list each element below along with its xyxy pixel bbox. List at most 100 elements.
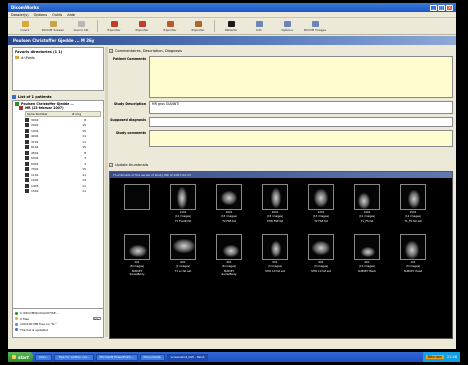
menu-item[interactable]: Outils bbox=[52, 13, 62, 17]
status-files: 0 files bbox=[20, 316, 29, 321]
series-thumbnail[interactable]: 1201 (13 images) T2 FSE fat bbox=[308, 184, 334, 223]
series-thumb-icon bbox=[25, 167, 29, 172]
series-thumbnail[interactable]: 1101 (11 images) T1 FLAIR fat bbox=[170, 184, 196, 223]
checkbox-icon[interactable]: ✓ bbox=[109, 48, 113, 53]
patient-list-header: List of 1 patients bbox=[12, 95, 104, 99]
favorites-box: Favoris directories (1 1) d:\Pwds bbox=[12, 47, 104, 91]
toolbar-button[interactable]: Info bbox=[245, 19, 273, 34]
toolbar-button[interactable]: Exporter bbox=[128, 19, 156, 34]
patient-header-title: Poulsen Christoffer Gjedde ... M 26y bbox=[13, 38, 95, 43]
taskbar-task[interactable]: Tips for written ver... bbox=[54, 353, 94, 361]
study-node[interactable]: MR (23 februar 2007) bbox=[15, 106, 101, 110]
series-thumbnail[interactable]: 601 (3 images) STIR 10 fat sat bbox=[308, 234, 334, 273]
series-number: 1401 bbox=[31, 183, 39, 188]
series-thumb-icon bbox=[25, 172, 29, 177]
language-indicator[interactable]: Réunion bbox=[425, 355, 444, 359]
series-thumbnail[interactable]: 301 (8 images) SURVEY SenseBody bbox=[124, 234, 150, 277]
series-number: 5001 bbox=[31, 156, 39, 161]
toolbar-button[interactable]: Exporter bbox=[100, 19, 128, 34]
series-thumbnail[interactable]: 1501 (11 images) T1_FS fat sat bbox=[400, 184, 426, 223]
system-tray: Réunion 21:48 bbox=[422, 352, 460, 362]
taskbar-task[interactable]: screenshot_DW - Paint bbox=[166, 353, 209, 361]
series-thumbnail[interactable]: 601 (1 images) T1 sc fat sat bbox=[170, 234, 196, 273]
series-image-count: 3 bbox=[84, 156, 86, 161]
start-label: start bbox=[18, 354, 29, 360]
column-images[interactable]: # img bbox=[71, 112, 86, 116]
menu-item[interactable]: Aide bbox=[67, 13, 75, 17]
right-panel: ✓ Commentaires, Description, Diagnosis P… bbox=[109, 47, 453, 339]
toolbar: Ouvrir DICOM dossier Ouvrir CD Exporter Expo… bbox=[8, 18, 456, 35]
thumbnail-image bbox=[216, 184, 242, 210]
clock: 21:48 bbox=[446, 355, 457, 359]
taskbar-task[interactable]: Documents bbox=[139, 353, 165, 361]
thumbnail-desc: T1_FS fat bbox=[360, 218, 374, 223]
toolbar-button[interactable]: Exporter bbox=[156, 19, 184, 34]
thumbnail-desc: T1_FS fat sat bbox=[404, 218, 422, 223]
export-icon bbox=[110, 20, 118, 27]
series-thumb-icon bbox=[25, 139, 29, 144]
minimize-button[interactable]: _ bbox=[430, 4, 437, 11]
toolbar-button[interactable]: DICOM dossier bbox=[39, 19, 67, 34]
series-thumb-icon bbox=[25, 145, 29, 150]
patient-comments-field[interactable] bbox=[149, 56, 453, 98]
thumbnail-desc: SURVEY Neck bbox=[357, 268, 377, 273]
series-thumbnail[interactable]: 1001 (15 images) T2 FSE fat bbox=[216, 184, 242, 223]
toolbar-button-label: DICOM Images bbox=[303, 27, 327, 32]
series-thumbnail[interactable]: 901 (11 images) SURVEY Neck bbox=[354, 234, 380, 273]
series-image-count: 15 bbox=[82, 167, 86, 172]
series-thumbnail[interactable]: 501 (3 images) STIR 10 fat sat bbox=[262, 234, 288, 273]
toolbar-button[interactable]: Exporter bbox=[184, 19, 212, 34]
toolbar-button-label: Patients bbox=[224, 27, 237, 32]
series-thumbnail[interactable]: 1401 (11 images) T1_FS fat bbox=[354, 184, 380, 223]
column-series-number[interactable]: Série Number bbox=[26, 112, 71, 116]
favorite-item[interactable]: d:\Pwds bbox=[15, 56, 101, 60]
thumbnail-desc: STIR 10 fat sat bbox=[311, 268, 331, 273]
windows-logo-icon bbox=[12, 355, 16, 359]
toolbar-button[interactable]: DICOM Images bbox=[301, 19, 329, 34]
thumbnail-desc: SURVEY SenseBody bbox=[221, 268, 237, 277]
toolbar-button[interactable]: Options bbox=[273, 19, 301, 34]
thumbnail-image bbox=[124, 184, 150, 210]
maximize-button[interactable]: □ bbox=[438, 4, 445, 11]
series-thumb-icon bbox=[25, 178, 29, 183]
title-bar: DicomWorks _ □ × bbox=[8, 3, 456, 12]
series-thumbnail[interactable]: 1001 (15 images) STIR FSE fat bbox=[262, 184, 288, 223]
toolbar-separator bbox=[97, 20, 98, 32]
thumbnail-image bbox=[170, 184, 196, 210]
series-thumbnail[interactable]: 101 (3 images) SURVEY Head bbox=[400, 234, 426, 273]
panel-splitter[interactable] bbox=[105, 47, 108, 337]
thumbs-section-toggle[interactable]: ✓ Update thumbnails bbox=[109, 161, 148, 168]
thumbnail-desc: T1 sc fat sat bbox=[174, 268, 192, 273]
status-ok-icon bbox=[15, 311, 18, 315]
status-line-path: C:\DICOMWorks\OUT\SE... bbox=[15, 311, 101, 315]
start-button[interactable]: start bbox=[8, 352, 33, 362]
series-thumbnail[interactable] bbox=[124, 184, 150, 211]
info-icon bbox=[15, 328, 18, 331]
menu-item[interactable]: Dossier(s) bbox=[11, 13, 29, 17]
thumbnail-desc: T1 FLAIR fat bbox=[174, 218, 192, 223]
series-image-count: 11 bbox=[82, 134, 86, 139]
taskbar-task[interactable]: Microsoft PowerPoint... bbox=[95, 353, 138, 361]
series-thumb-icon bbox=[25, 161, 29, 166]
close-button[interactable]: × bbox=[446, 4, 453, 11]
supposed-diagnosis-field[interactable] bbox=[149, 117, 453, 127]
comments-section-toggle[interactable]: ✓ Commentaires, Description, Diagnosis bbox=[109, 47, 453, 54]
mri-slice-graphic bbox=[314, 189, 328, 207]
checkbox-icon[interactable]: ✓ bbox=[109, 162, 113, 167]
series-thumbnail[interactable]: 401 (8 images) SURVEY SenseBody bbox=[216, 234, 242, 277]
thumbnail-image bbox=[354, 234, 380, 260]
study-description-field[interactable]: MR gros GIANNTI bbox=[149, 101, 453, 114]
series-row[interactable]: 1501 11 bbox=[25, 189, 101, 195]
list-icon bbox=[12, 95, 16, 99]
toolbar-button-label: Exporter bbox=[107, 27, 121, 32]
study-comments-field[interactable] bbox=[149, 130, 453, 147]
toolbar-button[interactable]: Ouvrir bbox=[11, 19, 39, 34]
menu-item[interactable]: Options bbox=[34, 13, 48, 17]
taskbar-task[interactable]: Intel... bbox=[34, 353, 53, 361]
comments-section-title: Commentaires, Description, Diagnosis bbox=[115, 48, 183, 53]
status-path: C:\DICOMWorks\OUT\SE... bbox=[20, 311, 59, 315]
toolbar-button[interactable]: Ouvrir CD bbox=[67, 19, 95, 34]
toolbar-button[interactable]: Patients bbox=[217, 19, 245, 34]
thumbnail-desc: SURVEY SenseBody bbox=[129, 268, 145, 277]
comments-form: Patient Comments Study Description MR gr… bbox=[109, 56, 453, 147]
